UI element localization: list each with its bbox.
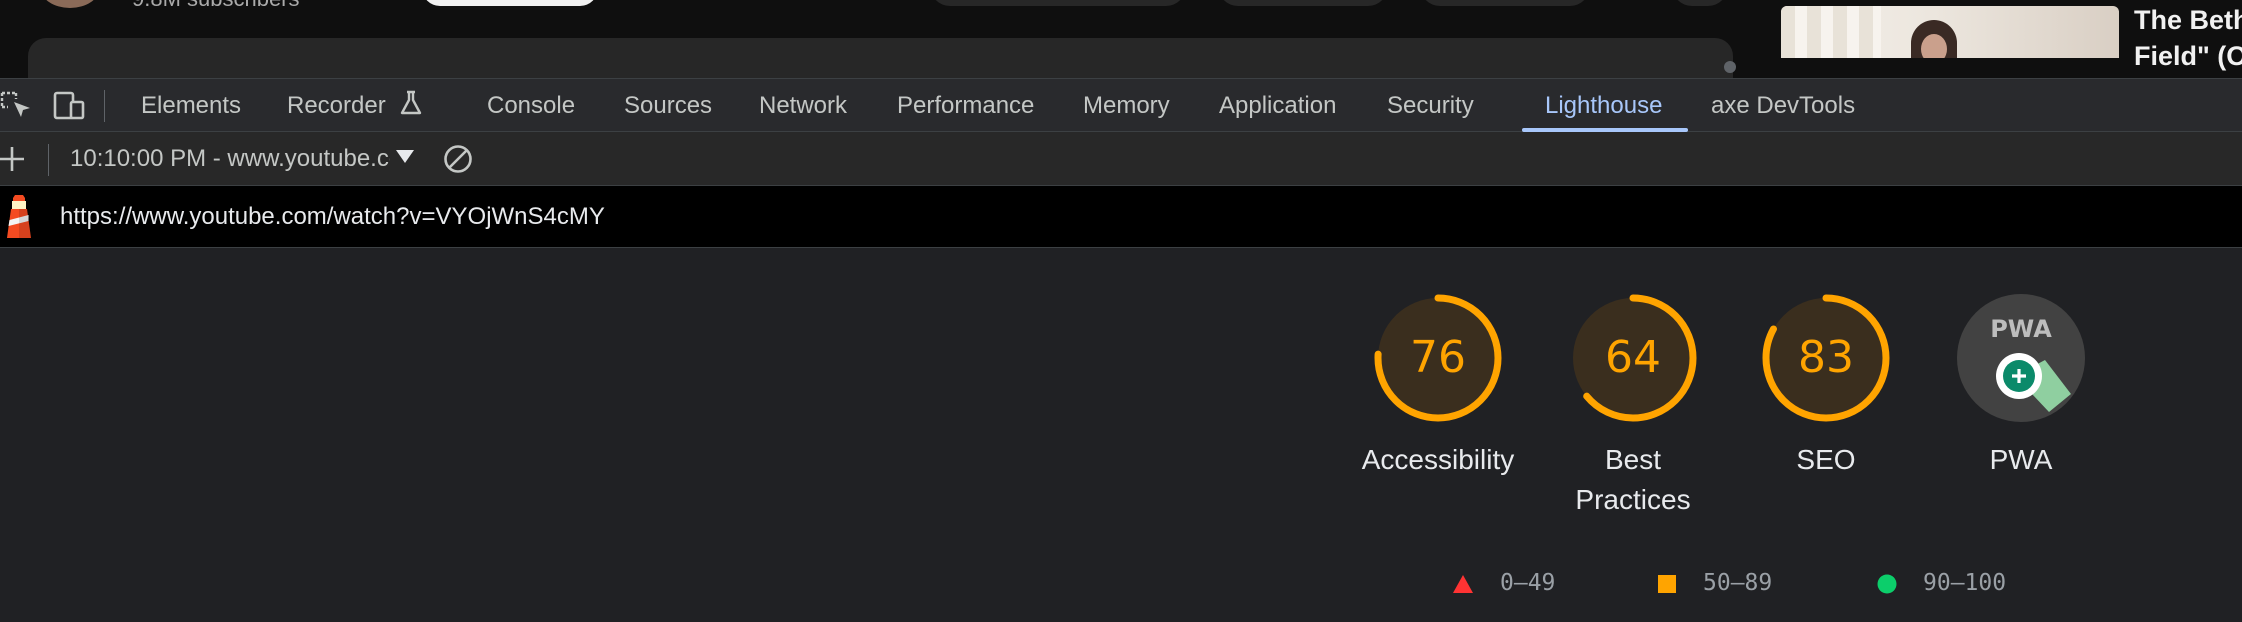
- tab-application[interactable]: Application: [1219, 79, 1336, 132]
- fail-triangle-icon: [1453, 574, 1473, 593]
- score-value: 64: [1605, 332, 1661, 383]
- next-video-title[interactable]: The Beth Field" (O: [2134, 2, 2242, 74]
- score-value: 83: [1798, 332, 1854, 383]
- inspect-element-icon[interactable]: [0, 89, 34, 123]
- score-value: 76: [1410, 332, 1466, 383]
- pass-circle-icon: [1877, 574, 1897, 593]
- tab-lighthouse[interactable]: Lighthouse: [1545, 79, 1662, 132]
- tab-console[interactable]: Console: [487, 79, 575, 132]
- legend-fail: 0–49: [1452, 568, 1555, 598]
- share-pill[interactable]: [1218, 0, 1388, 6]
- tab-recorder[interactable]: Recorder: [287, 79, 424, 132]
- youtube-page-strip: 9.8M subscribers The Beth Field" (O: [0, 0, 2242, 78]
- tab-sources[interactable]: Sources: [624, 79, 712, 132]
- more-actions-pill[interactable]: [1672, 0, 1728, 6]
- chevron-down-icon[interactable]: [396, 150, 414, 163]
- gauge-label: PWA: [1989, 444, 2053, 475]
- tab-performance[interactable]: Performance: [897, 79, 1034, 132]
- tab-elements[interactable]: Elements: [141, 79, 241, 132]
- gauge-label: Best Practices: [1575, 444, 1691, 515]
- devtools-tab-bar: Elements Recorder Console Sources Networ…: [0, 78, 2242, 132]
- channel-avatar[interactable]: [40, 0, 100, 8]
- score-gauge: 83: [1762, 294, 1890, 422]
- device-toolbar-icon[interactable]: [52, 89, 86, 123]
- tab-security[interactable]: Security: [1387, 79, 1474, 132]
- new-report-plus-icon[interactable]: [0, 142, 30, 176]
- pwa-badge-text: PWA: [1990, 315, 2052, 343]
- tab-axe-devtools[interactable]: axe DevTools: [1711, 79, 1855, 132]
- report-url[interactable]: https://www.youtube.com/watch?v=VYOjWnS4…: [60, 186, 605, 248]
- download-pill[interactable]: [1420, 0, 1590, 6]
- tab-memory[interactable]: Memory: [1083, 79, 1170, 132]
- score-gauge: 64: [1569, 294, 1697, 422]
- gauge-best-practices[interactable]: 64 Best Practices: [1528, 290, 1738, 520]
- gauge-label: SEO: [1796, 444, 1856, 475]
- gauge-accessibility[interactable]: 76 Accessibility: [1333, 290, 1543, 480]
- tab-network[interactable]: Network: [759, 79, 847, 132]
- video-description-box[interactable]: [28, 38, 1733, 78]
- subscribe-button[interactable]: [422, 0, 598, 6]
- like-dislike-pill[interactable]: [930, 0, 1186, 6]
- legend-average: 50–89: [1657, 568, 1772, 598]
- subscriber-count: 9.8M subscribers: [132, 0, 300, 12]
- next-video-thumbnail[interactable]: [1781, 6, 2119, 58]
- clear-all-icon[interactable]: [442, 143, 474, 175]
- toolbar-divider: [104, 90, 105, 122]
- score-gauge: 76: [1374, 294, 1502, 422]
- toolbar-divider: [48, 144, 49, 176]
- gauge-label: Accessibility: [1361, 444, 1515, 475]
- lighthouse-logo-icon: [7, 195, 31, 238]
- report-url-bar: https://www.youtube.com/watch?v=VYOjWnS4…: [0, 186, 2242, 248]
- gauge-seo[interactable]: 83 SEO: [1721, 290, 1931, 480]
- lighthouse-toolbar: 10:10:00 PM - www.youtube.com: [0, 132, 2242, 186]
- gauge-pwa[interactable]: PWA PWA: [1916, 290, 2126, 480]
- resize-handle[interactable]: [1724, 61, 1736, 73]
- flask-icon: [401, 90, 422, 115]
- average-square-icon: [1658, 574, 1676, 593]
- lighthouse-report: 76 Accessibility 64 Best Practices 83 SE…: [0, 248, 2242, 622]
- pwa-badge-icon: PWA: [1957, 294, 2085, 422]
- legend-pass: 90–100: [1877, 568, 2006, 598]
- report-history-select[interactable]: 10:10:00 PM - www.youtube.com: [70, 132, 390, 186]
